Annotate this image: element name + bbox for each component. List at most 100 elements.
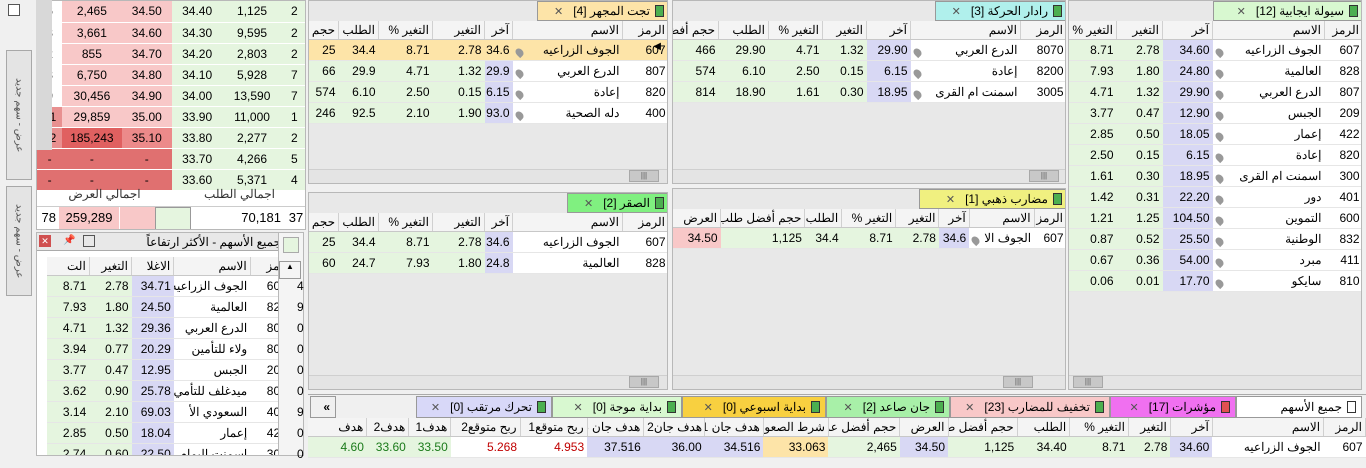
column-header[interactable]: الاغلا — [131, 257, 175, 276]
column-header[interactable]: الطلب — [804, 209, 843, 228]
column-header[interactable]: التغير — [432, 213, 485, 232]
table-row[interactable]: 807 الدرع العربي 29.9 1.32 4.71 29.9 66 — [309, 60, 667, 82]
h-scroll-thumb[interactable]: ||| — [1073, 376, 1103, 388]
column-header[interactable]: هدف2 — [366, 418, 410, 437]
column-header[interactable]: هدف جان 1 — [704, 418, 764, 437]
more-tabs-button[interactable]: » — [310, 396, 336, 418]
column-header[interactable]: التغير % — [841, 209, 897, 228]
column-header[interactable]: الاسم — [1212, 418, 1325, 437]
column-header[interactable]: التغير — [822, 21, 867, 40]
table-row[interactable]: 209 الجبس 12.90 0.47 3.77 — [1069, 102, 1361, 124]
column-header[interactable]: الاسم — [512, 213, 623, 232]
table-row[interactable]: 8070الدرع العربي29.361.324.71 — [47, 317, 297, 339]
table-row[interactable]: 2090الجبس12.950.473.77 — [47, 359, 297, 381]
column-header[interactable]: حجم أفضل طلب — [720, 209, 806, 228]
column-header[interactable]: العرض — [673, 209, 722, 228]
bottom-tab-indicators[interactable]: مؤشرات [17] ✕ — [1110, 396, 1236, 418]
column-header[interactable]: التغير — [89, 257, 133, 276]
column-header[interactable]: آخر — [484, 21, 513, 40]
column-header[interactable]: الاسم — [512, 21, 623, 40]
table-row[interactable]: 828 العالمية 24.80 1.80 7.93 — [1069, 60, 1361, 82]
close-icon[interactable]: ✕ — [952, 5, 961, 18]
table-row[interactable]: 607 الجوف الزراعيه 34.6 2.78 8.71 34.4 25 — [309, 39, 667, 61]
column-header[interactable]: ربح متوقع2 — [450, 418, 521, 437]
column-header[interactable]: التغير % — [378, 213, 433, 232]
pin-icon[interactable]: 📌 — [63, 235, 75, 246]
column-header[interactable]: الطلب — [718, 21, 769, 40]
table-row[interactable]: 8200 إعادة 6.15 0.15 2.50 6.10 574 — [673, 60, 1065, 82]
column-header[interactable]: التغير % — [1069, 418, 1129, 437]
close-icon[interactable]: ✕ — [584, 197, 593, 210]
side-tab-1[interactable]: عرض - سهم جديد — [6, 50, 32, 180]
column-header[interactable]: آخر — [484, 213, 513, 232]
table-row[interactable]: 828 العالمية 24.8 1.80 7.93 24.7 60 — [309, 252, 667, 274]
column-header[interactable]: آخر — [1170, 418, 1213, 437]
bottom-tab-dilution[interactable]: تخفيف للمضارب [23] ✕ — [950, 396, 1110, 418]
side-checkbox[interactable] — [8, 4, 20, 16]
table-row[interactable]: 607 الجوف الزراعيه 34.60 2.78 8.71 34.40 1,125… — [308, 436, 1366, 458]
bottom-tab-expected[interactable]: تحرك مرتقب [0] ✕ — [416, 396, 552, 418]
orderbook-scrollbar[interactable] — [36, 0, 52, 150]
sayola-tab[interactable]: سيولة ايجابية [12] ✕ — [1213, 1, 1361, 21]
column-header[interactable]: الاسم — [173, 257, 251, 276]
column-header[interactable]: شرط الصعود — [763, 418, 829, 437]
table-row[interactable]: 607 الجوف الزراعيه 34.60 2.78 8.71 — [1069, 39, 1361, 61]
table-row[interactable]: 810 سايكو 17.70 0.01 0.06 — [1069, 270, 1361, 292]
column-header[interactable]: الطلب — [338, 21, 379, 40]
table-row[interactable]: 400 دله الصحية 93.0 1.90 2.10 92.5 246 — [309, 102, 667, 124]
table-row[interactable]: 4220إعمار18.040.502.85 — [47, 422, 297, 444]
table-row[interactable]: 3020اسمنت اليمام22.500.602.74 — [47, 443, 297, 455]
column-header[interactable]: التغير — [1116, 21, 1163, 40]
bottom-tab-gann[interactable]: جان صاعد [2] ✕ — [826, 396, 950, 418]
table-row[interactable]: 401 دور 22.20 0.31 1.42 — [1069, 186, 1361, 208]
table-row[interactable]: 607 الجوف الا 34.6 2.78 8.71 34.4 1,125 34.50 — [673, 227, 1065, 249]
golden-tab[interactable]: مضارب ذهبي [1] ✕ — [919, 189, 1065, 209]
column-header[interactable]: هدف جان 3 — [587, 418, 645, 437]
table-row[interactable]: 8060ولاء للتأمين20.290.773.94 — [47, 338, 297, 360]
column-header[interactable]: التغير — [895, 209, 940, 228]
column-header[interactable]: التغير % — [768, 21, 823, 40]
table-row[interactable]: 6070الجوف الزراعيه34.712.788.71 — [47, 275, 297, 297]
column-header[interactable]: حجم أفض — [673, 21, 719, 40]
column-header[interactable]: آخر — [938, 209, 970, 228]
column-header[interactable]: الرمز — [1323, 418, 1366, 437]
column-header[interactable]: الاسم — [969, 209, 1035, 228]
table-row[interactable]: 411 مبرد 54.00 0.36 0.67 — [1069, 249, 1361, 271]
column-header[interactable]: حجم أفضل عرض — [828, 418, 901, 437]
column-header[interactable]: الت — [47, 257, 90, 276]
close-icon[interactable]: ✕ — [554, 5, 563, 18]
h-scroll-thumb[interactable]: ||| — [1003, 376, 1033, 388]
h-scroll-thumb[interactable]: ||| — [1029, 170, 1059, 182]
column-header[interactable]: الرمز — [1034, 209, 1065, 228]
column-header[interactable]: العرض — [899, 418, 949, 437]
table-row[interactable]: 300 اسمنت ام القرى 18.95 0.30 1.61 — [1069, 165, 1361, 187]
restore-icon[interactable] — [83, 235, 95, 247]
column-header[interactable]: التغير — [1128, 418, 1171, 437]
table-row[interactable]: 8030ميدغلف للتأمي25.780.903.62 — [47, 380, 297, 402]
column-header[interactable]: هدف — [308, 418, 368, 437]
h-scroll-thumb[interactable]: ||| — [629, 170, 659, 182]
table-row[interactable]: 8280العالمية24.501.807.93 — [47, 296, 297, 318]
column-header[interactable]: الطلب — [1017, 418, 1071, 437]
column-header[interactable]: التغير % — [1069, 21, 1117, 40]
table-row[interactable]: 832 الوطنية 25.50 0.52 0.87 — [1069, 228, 1361, 250]
side-tab-2[interactable]: عرض - سهم جديد — [6, 186, 32, 296]
column-header[interactable]: الاسم — [910, 21, 1021, 40]
column-header[interactable]: حجم أفض — [309, 21, 339, 40]
bottom-tab-wave[interactable]: بداية موجة [0] ✕ — [552, 396, 682, 418]
column-header[interactable]: هدف1 — [408, 418, 452, 437]
table-row[interactable]: 3005 اسمنت ام القرى 18.95 0.30 1.61 18.90 814 — [673, 81, 1065, 103]
table-row[interactable]: 607 الجوف الزراعيه 34.6 2.78 8.71 34.4 25 — [309, 231, 667, 253]
table-row[interactable]: 4009السعودي الأ69.032.103.14 — [47, 401, 297, 423]
table-row[interactable]: 820 إعادة 6.15 0.15 2.50 6.10 574 — [309, 81, 667, 103]
bottom-tab-all[interactable]: جميع الأسهم — [1236, 396, 1362, 418]
column-header[interactable]: آخر — [1162, 21, 1213, 40]
table-row[interactable]: 600 التموين 104.50 1.25 1.21 — [1069, 207, 1361, 229]
column-header[interactable]: هدف جان2 — [643, 418, 706, 437]
close-icon[interactable]: ✕ — [946, 193, 955, 206]
table-row[interactable]: 820 إعادة 6.15 0.15 2.50 — [1069, 144, 1361, 166]
saqr-tab[interactable]: الصقر [2] ✕ — [567, 193, 667, 213]
column-header[interactable]: ربح متوقع1 — [520, 418, 588, 437]
radar-tab[interactable]: رادار الحركة [3] ✕ — [935, 1, 1065, 21]
h-scroll-thumb[interactable]: ||| — [629, 376, 659, 388]
